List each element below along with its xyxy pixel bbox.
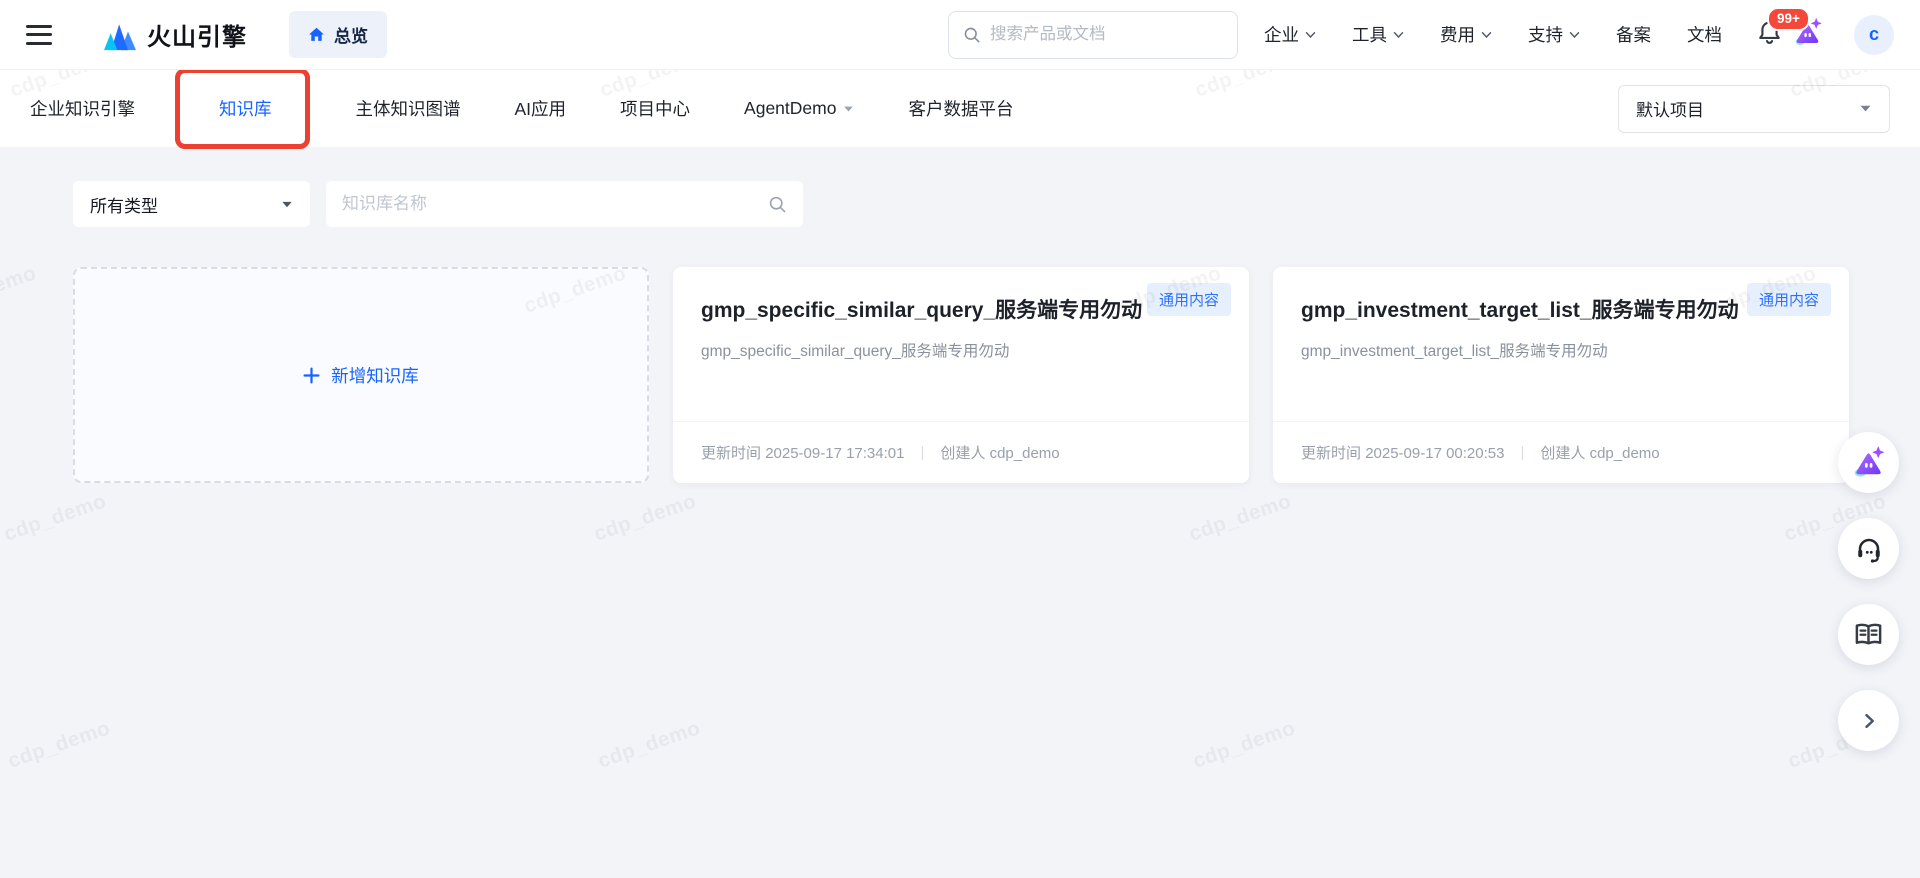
caret-down-icon	[844, 106, 854, 112]
watermark-text: cdp_demo	[1185, 489, 1295, 546]
headset-icon	[1857, 538, 1880, 563]
content-type-badge: 通用内容	[1146, 283, 1231, 316]
chevron-down-icon	[1305, 31, 1316, 38]
global-search-box[interactable]	[948, 10, 1238, 59]
subnav-item-label: 企业知识引擎	[30, 99, 135, 119]
add-knowledge-base-label: 新增知识库	[331, 365, 419, 386]
card-title: gmp_specific_similar_query_服务端专用勿动	[701, 299, 1143, 322]
creator: 创建人 cdp_demo	[1540, 445, 1660, 462]
type-filter-value: 所有类型	[90, 196, 158, 216]
subnav-item-label: AgentDemo	[744, 98, 837, 118]
chevron-down-icon	[1481, 31, 1492, 38]
search-icon	[769, 196, 786, 212]
search-icon	[964, 27, 980, 42]
home-icon	[309, 27, 324, 41]
subnav-item[interactable]: AgentDemo	[744, 98, 854, 119]
footer-divider: |	[1520, 444, 1525, 461]
header-nav-label: 文档	[1687, 25, 1722, 45]
overview-label: 总览	[334, 27, 368, 46]
header-nav-label: 工具	[1352, 25, 1387, 45]
subnav-items: 企业知识引擎 知识库 主体知识图谱 AI应用 项目中心 AgentDemo 客户数据平台	[30, 68, 1013, 149]
watermark-text: cdp_demo	[590, 489, 700, 546]
overview-button[interactable]: 总览	[289, 11, 387, 58]
open-book-icon	[1855, 623, 1882, 645]
header-nav-label: 支持	[1528, 25, 1563, 45]
type-filter-select[interactable]: 所有类型	[73, 181, 310, 227]
project-select[interactable]: 默认项目	[1618, 84, 1890, 133]
subnav-item-label: 项目中心	[620, 99, 691, 119]
subnav-item[interactable]: 企业知识引擎	[30, 96, 135, 121]
brand-name: 火山引擎	[147, 24, 247, 51]
top-header: 火山引擎 总览 企业 工具 费用 支持 备案 文档 99+	[0, 0, 1920, 70]
kb-name-search-box[interactable]	[326, 181, 803, 227]
subnav-item-label: 主体知识图谱	[355, 99, 461, 119]
caret-down-icon	[1860, 105, 1871, 112]
knowledge-base-card[interactable]: gmp_investment_target_list_服务端专用勿动 gmp_i…	[1273, 267, 1849, 483]
updated-time: 更新时间 2025-09-17 17:34:01	[701, 445, 905, 462]
subnav-item[interactable]: 知识库	[175, 68, 310, 149]
card-subtitle: gmp_specific_similar_query_服务端专用勿动	[701, 343, 1010, 360]
ai-assistant-icon	[1854, 446, 1885, 477]
notifications-button[interactable]: 99+	[1756, 6, 1810, 51]
docs-guide-button[interactable]	[1838, 604, 1899, 665]
user-avatar[interactable]: c	[1854, 14, 1894, 55]
hamburger-menu-icon[interactable]	[26, 24, 52, 45]
collapse-panel-button[interactable]	[1838, 690, 1899, 751]
watermark-text: cdp_demo	[0, 489, 110, 546]
subnav-item[interactable]: 项目中心	[620, 96, 690, 121]
header-nav-item[interactable]: 文档	[1687, 22, 1722, 47]
global-search-input[interactable]	[990, 25, 1223, 44]
header-nav-item[interactable]: 支持	[1528, 22, 1580, 47]
brand-logo[interactable]: 火山引擎	[102, 17, 247, 52]
header-nav-item[interactable]: 费用	[1440, 22, 1492, 47]
subnav-item[interactable]: 主体知识图谱	[356, 96, 461, 121]
ai-assistant-float-button[interactable]	[1838, 432, 1899, 493]
chevron-right-icon	[1864, 713, 1874, 728]
knowledge-base-cards: 新增知识库 gmp_specific_similar_query_服务端专用勿动…	[73, 267, 1920, 483]
knowledge-base-card[interactable]: gmp_specific_similar_query_服务端专用勿动 gmp_s…	[673, 267, 1249, 483]
main-content: 所有类型 新增知识库 gmp_specific_similar_query_服务…	[0, 147, 1920, 483]
header-nav-label: 备案	[1616, 25, 1651, 45]
subnav-item-label: AI应用	[514, 99, 567, 119]
chevron-down-icon	[1393, 31, 1404, 38]
floating-toolbar	[1838, 432, 1899, 751]
header-nav-item[interactable]: 备案	[1616, 22, 1651, 47]
caret-down-icon	[282, 201, 292, 207]
watermark-text: cdp_demo	[4, 716, 114, 773]
subnav-item-label: 客户数据平台	[908, 99, 1014, 119]
header-nav-label: 费用	[1440, 25, 1475, 45]
add-knowledge-base-button[interactable]: 新增知识库	[73, 267, 649, 483]
customer-service-button[interactable]	[1838, 518, 1899, 579]
watermark-text: cdp_demo	[1189, 716, 1299, 773]
watermark-text: cdp_demo	[594, 716, 704, 773]
header-nav-label: 企业	[1264, 25, 1299, 45]
content-type-badge: 通用内容	[1746, 283, 1831, 316]
filter-row: 所有类型	[73, 181, 1920, 227]
project-select-value: 默认项目	[1636, 101, 1704, 120]
creator: 创建人 cdp_demo	[940, 445, 1060, 462]
chevron-down-icon	[1569, 31, 1580, 38]
volcengine-logo-icon	[104, 23, 136, 50]
notification-count-badge: 99+	[1767, 6, 1810, 32]
subnav-item[interactable]: AI应用	[515, 96, 567, 121]
footer-divider: |	[920, 444, 925, 461]
header-nav-item[interactable]: 工具	[1352, 22, 1404, 47]
product-subnav: 企业知识引擎 知识库 主体知识图谱 AI应用 项目中心 AgentDemo 客户数据平台 默…	[0, 68, 1920, 149]
card-footer: 更新时间 2025-09-17 17:34:01 | 创建人 cdp_demo	[673, 421, 1249, 483]
card-footer: 更新时间 2025-09-17 00:20:53 | 创建人 cdp_demo	[1273, 421, 1849, 483]
header-nav: 企业 工具 费用 支持 备案 文档	[1264, 22, 1722, 47]
plus-icon	[303, 366, 320, 384]
card-subtitle: gmp_investment_target_list_服务端专用勿动	[1301, 343, 1608, 360]
updated-time: 更新时间 2025-09-17 00:20:53	[1301, 445, 1505, 462]
subnav-item-label: 知识库	[219, 99, 272, 119]
kb-name-search-input[interactable]	[342, 194, 758, 214]
card-title: gmp_investment_target_list_服务端专用勿动	[1301, 299, 1739, 322]
avatar-initial: c	[1868, 24, 1879, 44]
header-nav-item[interactable]: 企业	[1264, 22, 1316, 47]
subnav-item[interactable]: 客户数据平台	[908, 96, 1013, 121]
